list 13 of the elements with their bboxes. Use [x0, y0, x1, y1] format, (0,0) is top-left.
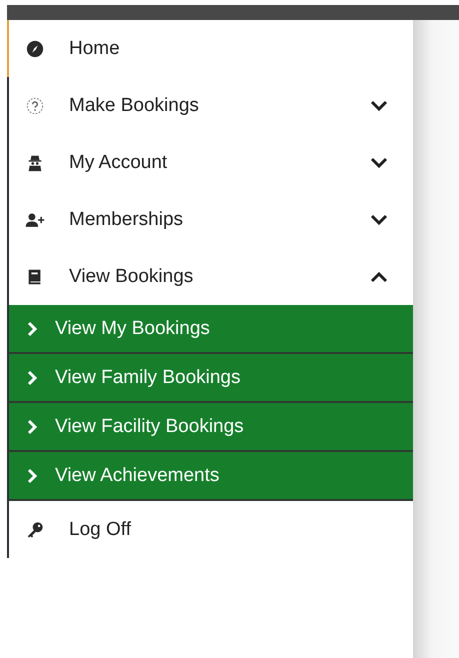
chevron-right-icon: [27, 468, 37, 484]
submenu-item[interactable]: View Facility Bookings: [7, 403, 413, 452]
help-icon: [26, 96, 44, 114]
submenu-item[interactable]: View My Bookings: [7, 305, 413, 354]
spy-icon: [26, 154, 44, 172]
compass-icon: [26, 40, 44, 58]
chevron-right-icon: [27, 320, 37, 336]
chevron-right-icon: [27, 370, 37, 386]
key-icon: [26, 520, 44, 538]
add-user-icon: [25, 210, 45, 228]
submenu-item[interactable]: View Achievements: [7, 452, 413, 501]
chevron-right-icon: [27, 418, 37, 434]
submenu-item[interactable]: View Family Bookings: [7, 354, 413, 403]
